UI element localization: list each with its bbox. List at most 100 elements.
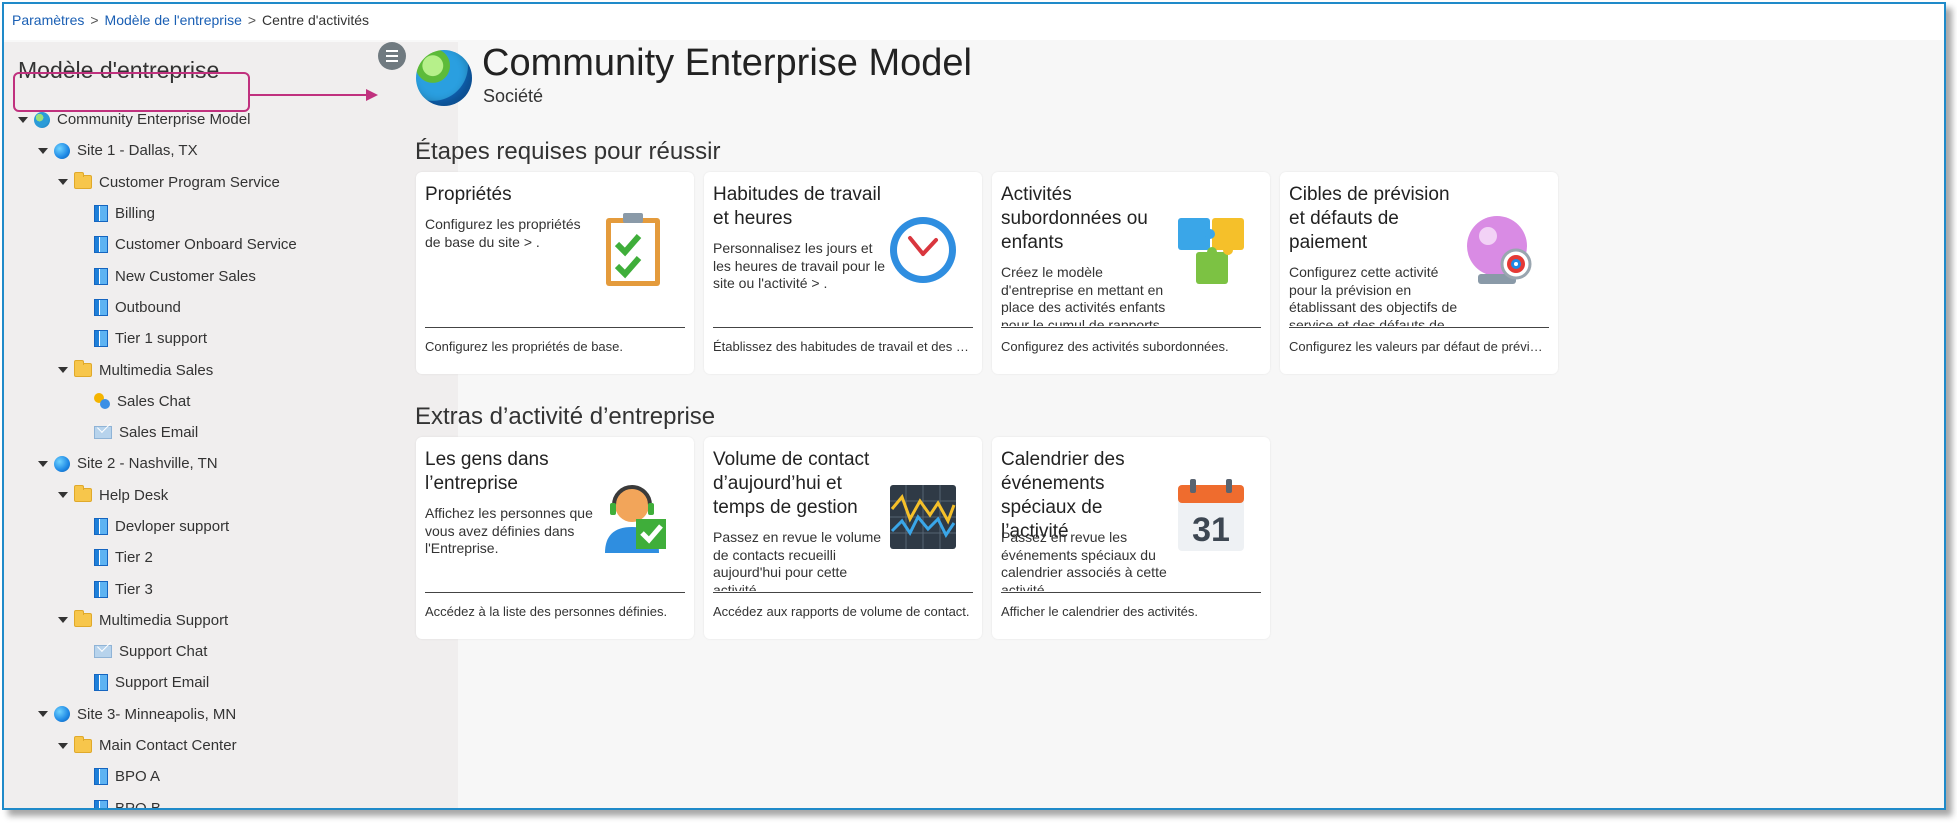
agent-headset-icon — [600, 475, 670, 555]
expand-caret-icon[interactable] — [58, 179, 68, 186]
card-work-hours[interactable]: Habitudes de travail et heures Personnal… — [704, 172, 982, 374]
tree-item[interactable]: Outbound — [4, 292, 458, 323]
folder-icon — [74, 735, 92, 753]
clock-icon — [888, 210, 958, 290]
card-link[interactable]: Configurez les valeurs par défaut de pré… — [1289, 339, 1549, 354]
globe-icon — [54, 142, 70, 159]
tree-item[interactable]: BPO A — [4, 761, 458, 792]
card-child-activities[interactable]: Activités subordonnées ou enfants Créez … — [992, 172, 1270, 374]
card-special-events[interactable]: Calendrier des événements spéciaux de l’… — [992, 437, 1270, 639]
tree-item[interactable]: Tier 3 — [4, 573, 458, 604]
tree-item[interactable]: Devloper support — [4, 511, 458, 542]
card-link[interactable]: Établissez des habitudes de travail et d… — [713, 339, 973, 354]
card-title: Volume de contact d’aujourd’hui et temps… — [713, 449, 870, 518]
tree-item[interactable]: Site 3- Minneapolis, MN — [4, 699, 458, 730]
card-link[interactable]: Configurez les propriétés de base. — [425, 339, 685, 354]
expand-caret-icon[interactable] — [18, 116, 28, 123]
page-title: Community Enterprise Model — [482, 42, 972, 84]
mail-icon — [94, 426, 112, 440]
tree-item-label: Outbound — [115, 298, 181, 316]
tree-item-label: Customer Onboard Service — [115, 236, 297, 254]
tree-item-label: Site 1 - Dallas, TX — [77, 142, 198, 160]
tree-item[interactable]: Customer Onboard Service — [4, 229, 458, 260]
card-divider — [1001, 327, 1261, 328]
tree-item[interactable]: Sales Email — [4, 417, 458, 448]
callout-arrow-head — [366, 89, 378, 101]
expand-caret-icon[interactable] — [58, 367, 68, 374]
card-description: Passez en revue les événements spéciaux … — [1001, 529, 1167, 591]
card-title: Cibles de prévision et défauts de paieme… — [1289, 184, 1450, 253]
crystal-ball-icon — [1464, 210, 1534, 290]
earth-icon — [34, 111, 50, 128]
tree-item[interactable]: Multimedia Sales — [4, 354, 458, 385]
globe-icon — [54, 706, 70, 723]
tree-item[interactable]: Site 2 - Nashville, TN — [4, 448, 458, 479]
mail-icon — [94, 645, 112, 659]
tree-item[interactable]: Support Email — [4, 667, 458, 698]
tree-item-label: Multimedia Support — [99, 611, 229, 629]
tree-item[interactable]: Billing — [4, 198, 458, 229]
tree-item-label: Site 2 - Nashville, TN — [77, 455, 218, 473]
card-contact-volume[interactable]: Volume de contact d’aujourd’hui et temps… — [704, 437, 982, 639]
tree-item-label: Tier 2 — [115, 549, 153, 567]
tree-item[interactable]: New Customer Sales — [4, 260, 458, 291]
card-title: Habitudes de travail et heures — [713, 184, 881, 229]
hamburger-menu-icon[interactable] — [378, 42, 406, 70]
queue-icon — [94, 674, 108, 692]
expand-caret-icon[interactable] — [58, 617, 68, 624]
expand-caret-icon[interactable] — [38, 460, 48, 467]
card-title: Activités subordonnées ou enfants — [1001, 184, 1148, 253]
card-description: Affichez les personnes que vous avez déf… — [425, 505, 593, 557]
tree-item[interactable]: Site 1 - Dallas, TX — [4, 135, 458, 166]
tree-item-label: Customer Program Service — [99, 173, 280, 191]
folder-icon — [74, 485, 92, 503]
breadcrumb-separator: > — [90, 12, 99, 28]
tree-item-label: BPO A — [115, 768, 161, 786]
calendar-day-number: 31 — [1192, 511, 1230, 549]
card-divider — [425, 592, 685, 593]
tree-item[interactable]: Main Contact Center — [4, 730, 458, 761]
callout-arrow-line — [250, 94, 368, 96]
card-link[interactable]: Accédez aux rapports de volume de contac… — [713, 604, 973, 619]
breadcrumb-settings[interactable]: Paramètres — [12, 12, 84, 28]
tree-item-label: Support Chat — [119, 643, 208, 661]
breadcrumb: Paramètres > Modèle de l'entreprise > Centre… — [4, 4, 1944, 40]
page-subtitle: Société — [483, 86, 544, 106]
clipboard-check-icon — [600, 210, 670, 290]
queue-icon — [94, 298, 108, 316]
tree-item[interactable]: Customer Program Service — [4, 167, 458, 198]
card-description: Configurez cette activité pour la prévis… — [1289, 264, 1458, 326]
tree-item[interactable]: Tier 2 — [4, 542, 458, 573]
earth-icon — [416, 50, 472, 106]
tree-item[interactable]: Sales Chat — [4, 386, 458, 417]
card-description: Passez en revue le volume de contacts re… — [713, 529, 882, 591]
expand-caret-icon[interactable] — [58, 492, 68, 499]
card-properties[interactable]: Propriétés Configurez les propriétés de … — [416, 172, 694, 374]
card-link[interactable]: Configurez des activités subordonnées. — [1001, 339, 1261, 354]
card-divider — [1289, 327, 1549, 328]
section-title-extras: Extras d’activité d’entreprise — [415, 403, 716, 430]
card-link[interactable]: Accédez à la liste des personnes définie… — [425, 604, 685, 619]
card-title: Les gens dans l’entreprise — [425, 449, 549, 494]
expand-caret-icon[interactable] — [38, 147, 48, 154]
queue-icon — [94, 768, 108, 786]
globe-icon — [54, 455, 70, 472]
queue-icon — [94, 205, 108, 223]
tree-item[interactable]: Tier 1 support — [4, 323, 458, 354]
tree-item[interactable]: Support Chat — [4, 636, 458, 667]
card-description: Créez le modèle d'entreprise en mettant … — [1001, 264, 1166, 326]
sidebar: Modèle d'entreprise Community Enterprise… — [4, 42, 458, 808]
card-forecast-targets[interactable]: Cibles de prévision et défauts de paieme… — [1280, 172, 1558, 374]
tree-item-label: New Customer Sales — [115, 267, 256, 285]
tree-item[interactable]: Help Desk — [4, 480, 458, 511]
breadcrumb-enterprise-model[interactable]: Modèle de l'entreprise — [105, 12, 242, 28]
puzzle-icon — [1176, 210, 1246, 290]
card-divider — [713, 327, 973, 328]
tree-item[interactable]: Multimedia Support — [4, 605, 458, 636]
card-people[interactable]: Les gens dans l’entreprise Affichez les … — [416, 437, 694, 639]
card-title: Propriétés — [425, 184, 512, 205]
card-link[interactable]: Afficher le calendrier des activités. — [1001, 604, 1261, 619]
expand-caret-icon[interactable] — [38, 711, 48, 718]
expand-caret-icon[interactable] — [58, 742, 68, 749]
tree-item[interactable]: BPO B — [4, 793, 458, 808]
